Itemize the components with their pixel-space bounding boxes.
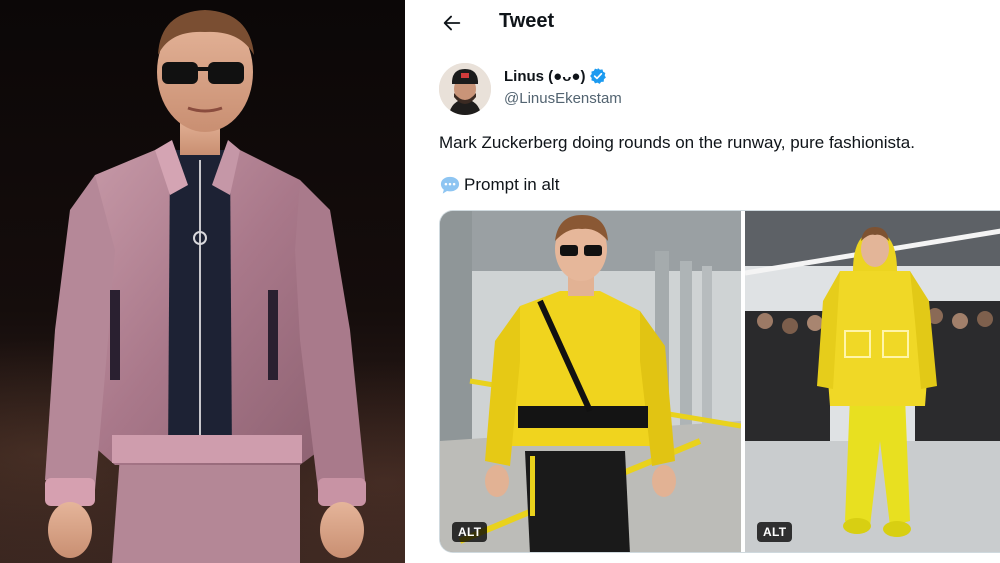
page-title: Tweet [499,10,555,32]
author-name-text[interactable]: Linus (●ᴗ●) [504,68,585,85]
tweet-header: Tweet [405,0,1000,46]
media-image-yellow-sweater[interactable]: ALT [440,211,741,552]
avatar[interactable] [439,63,491,115]
media-image-yellow-jacket[interactable]: ALT [745,211,1000,552]
arrow-left-icon[interactable] [441,12,463,34]
prompt-line: Prompt in alt [439,175,559,195]
runway-photo-pink-jacket [0,0,405,563]
speech-bubble-icon [440,176,460,194]
author-name[interactable]: Linus (●ᴗ●) [504,67,607,85]
alt-badge[interactable]: ALT [757,522,793,542]
alt-badge[interactable]: ALT [452,522,488,542]
media-grid: ALT ALT [439,210,1000,553]
tweet-panel: Tweet Linus (●ᴗ●) @LinusEkenstam Mark Zu… [405,0,1000,563]
author-handle[interactable]: @LinusEkenstam [504,90,622,107]
prompt-text: Prompt in alt [464,175,560,194]
tweet-text: Mark Zuckerberg doing rounds on the runw… [439,133,915,152]
verified-badge-icon [590,68,607,84]
